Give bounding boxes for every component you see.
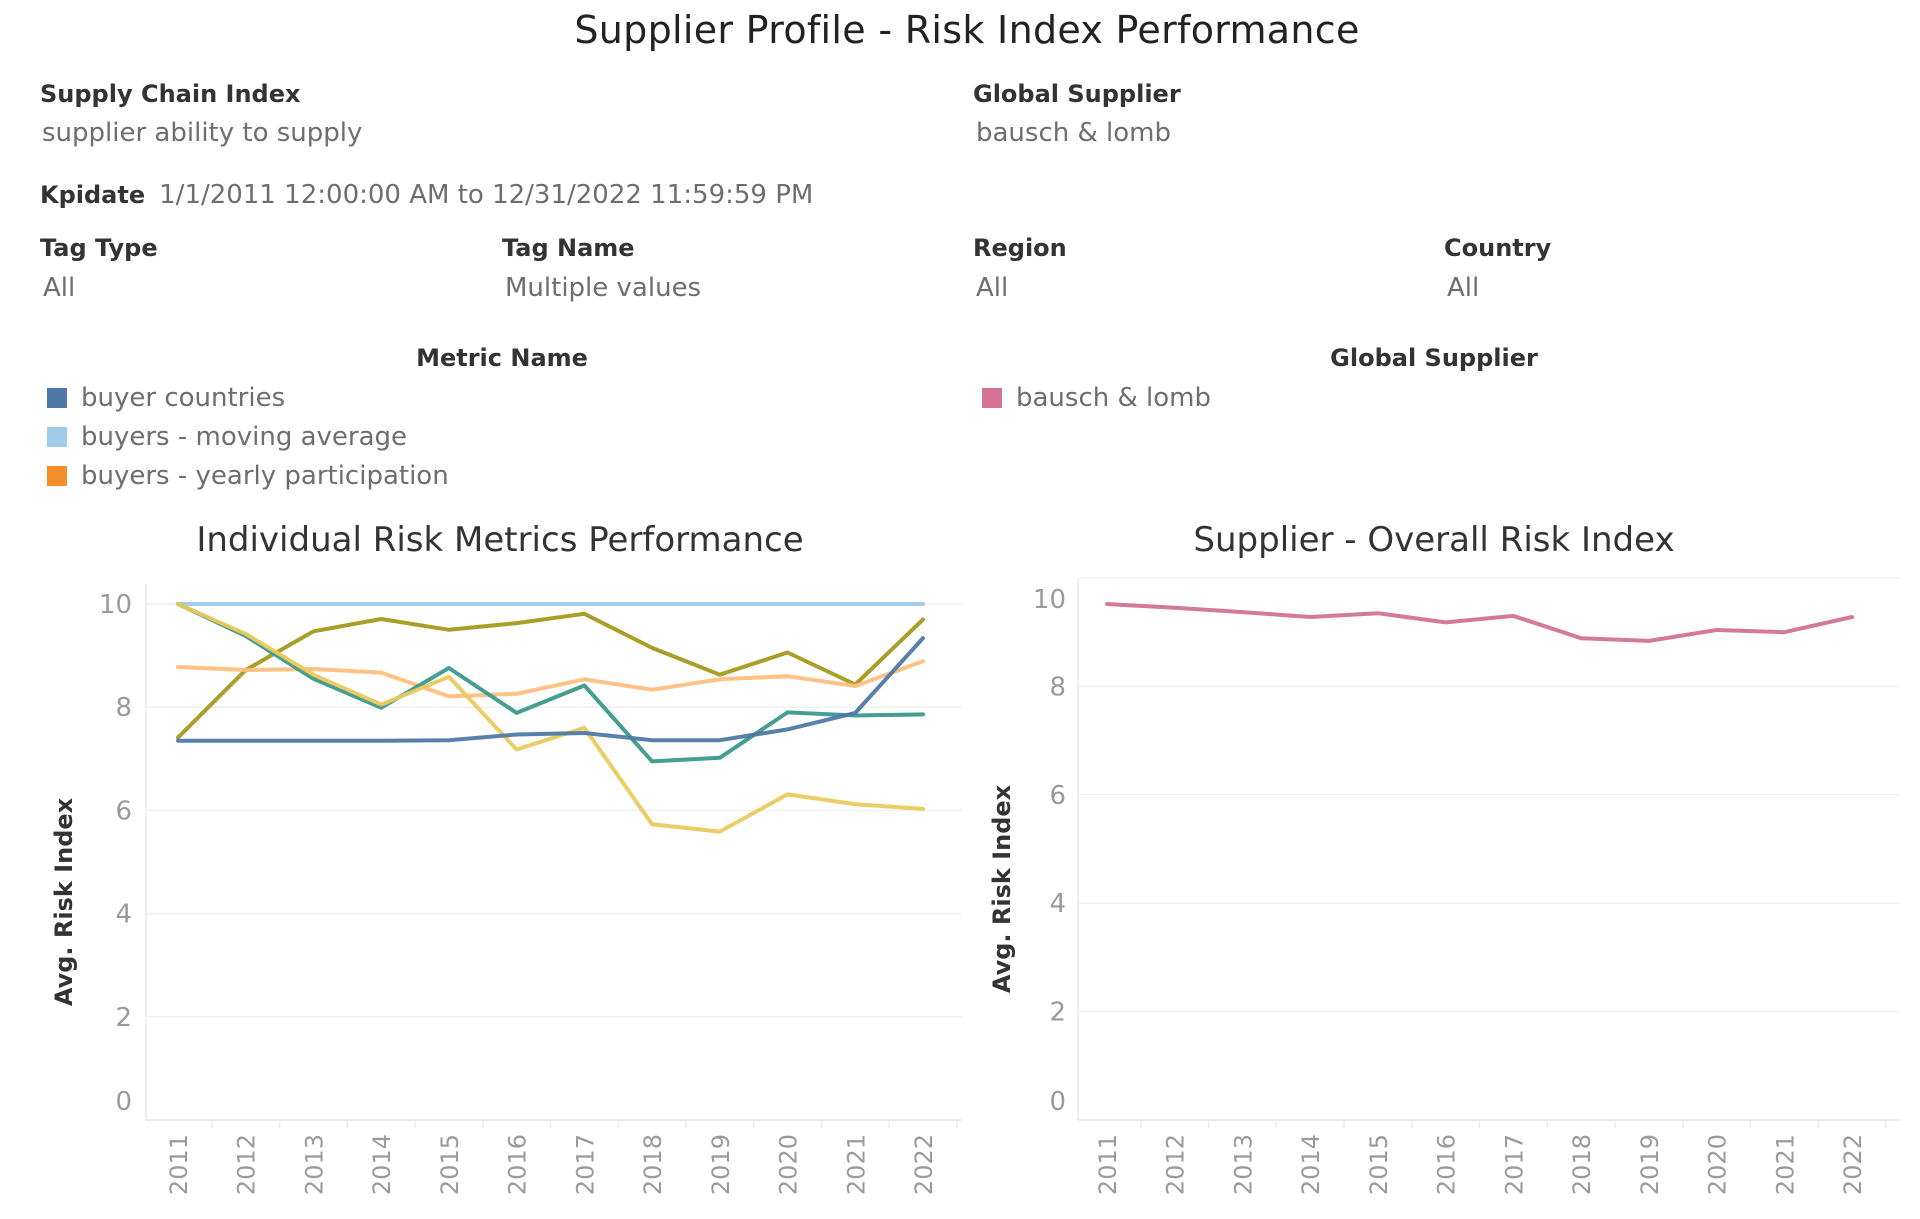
chart-title-individual-risk: Individual Risk Metrics Performance [196,520,804,560]
x-tick-label: 2019 [1636,1134,1664,1195]
filter-tag-name-value[interactable]: Multiple values [505,273,701,303]
y-tick-label: 0 [1049,1087,1066,1117]
filter-global-supplier-label: Global Supplier [973,80,1181,108]
legend-metric-name-title: Metric Name [416,344,588,372]
y-tick-label: 8 [1049,672,1066,702]
y-tick-label: 6 [1049,781,1066,811]
charts-canvas: 0246810Avg. Risk Index2011 2012 2013 2014 20… [50,577,1900,1195]
y-tick-label: 4 [1049,889,1066,919]
series-line [176,659,925,699]
x-tick-label: 2012 [1162,1134,1190,1195]
x-tick-label: 2016 [504,1134,532,1195]
legend-item[interactable]: buyer countries [47,378,449,417]
x-tick-label: 2013 [1229,1134,1257,1195]
legend-item[interactable]: bausch & lomb [982,378,1211,417]
y-axis-title: Avg. Risk Index [50,797,78,1006]
x-tick-label: 2021 [842,1134,870,1195]
filter-kpidate-label: Kpidate [40,181,146,209]
individual-risk-chart: 0 2 4 6 8 10 Avg. Risk Index 2011 2012 2013 2014 20… [50,584,962,1195]
legend-item[interactable]: buyers - moving average [47,417,449,456]
filter-region-label: Region [973,234,1067,262]
x-tick-label: 2022 [910,1134,938,1195]
y-tick-label: 10 [99,590,132,620]
legend-label: bausch & lomb [1016,382,1211,413]
x-tick-label: 2015 [1365,1134,1393,1195]
series-line [1105,602,1854,643]
x-tick-label: 2014 [1297,1134,1325,1195]
x-tick-label: 2016 [1433,1134,1461,1195]
legend-global-supplier-title: Global Supplier [1330,344,1538,372]
filter-global-supplier-value[interactable]: bausch & lomb [976,118,1171,148]
filter-kpidate-value: 1/1/2011 12:00:00 AM to 12/31/2022 11:59… [159,180,814,210]
x-tick-label: 2018 [1568,1134,1596,1195]
x-tick-label: 2019 [707,1134,735,1195]
x-tick-label: 2018 [639,1134,667,1195]
y-tick-label: 2 [115,1003,132,1033]
legend-label: buyers - moving average [81,421,408,452]
legend-global-supplier: bausch & lomb [982,378,1211,417]
legend-swatch [47,387,67,408]
filter-region-value[interactable]: All [976,273,1008,303]
y-tick-label: 2 [1049,998,1066,1028]
y-tick-label: 6 [115,796,132,826]
filter-tag-type-value[interactable]: All [43,273,75,303]
filter-country-value[interactable]: All [1447,273,1479,303]
legend-metric-name: buyer countries buyers - moving average … [47,378,449,495]
legend-swatch [47,426,67,447]
filter-supply-chain-index-value[interactable]: supplier ability to supply [42,118,362,148]
filter-tag-type-label: Tag Type [40,234,158,262]
series-line [176,636,925,743]
y-tick-label: 0 [115,1087,132,1117]
x-tick-label: 2022 [1839,1134,1867,1195]
x-tick-label: 2011 [1094,1134,1122,1195]
x-tick-label: 2011 [165,1134,193,1195]
overall-risk-chart: 0 2 4 6 8 10 Avg. Risk Index 2011 2012 2013 2014 20… [988,577,1900,1195]
legend-label: buyers - yearly participation [81,460,449,491]
x-tick-label: 2021 [1771,1134,1799,1195]
x-tick-label: 2020 [1704,1134,1732,1195]
x-tick-label: 2015 [436,1134,464,1195]
filter-kpidate[interactable]: Kpidate 1/1/2011 12:00:00 AM to 12/31/20… [40,180,813,210]
legend-swatch [982,387,1002,408]
x-tick-label: 2013 [300,1134,328,1195]
legend-swatch [47,465,67,486]
filter-country-label: Country [1444,234,1552,262]
y-tick-label: 8 [115,693,132,723]
x-tick-label: 2012 [233,1134,261,1195]
legend-label: buyer countries [81,382,286,413]
y-tick-label: 4 [115,900,132,930]
filter-supply-chain-index-label: Supply Chain Index [40,80,301,108]
page-title: Supplier Profile - Risk Index Performanc… [574,8,1360,52]
series-line [176,611,925,740]
legend-item[interactable]: buyers - yearly participation [47,456,449,495]
chart-title-overall-risk: Supplier - Overall Risk Index [1193,520,1675,560]
x-tick-label: 2017 [1500,1134,1528,1195]
x-tick-label: 2020 [775,1134,803,1195]
y-axis-title: Avg. Risk Index [988,784,1016,993]
series-line [176,602,925,834]
x-tick-label: 2017 [571,1134,599,1195]
y-tick-label: 10 [1033,585,1066,615]
x-tick-label: 2014 [368,1134,396,1195]
filter-tag-name-label: Tag Name [502,234,635,262]
